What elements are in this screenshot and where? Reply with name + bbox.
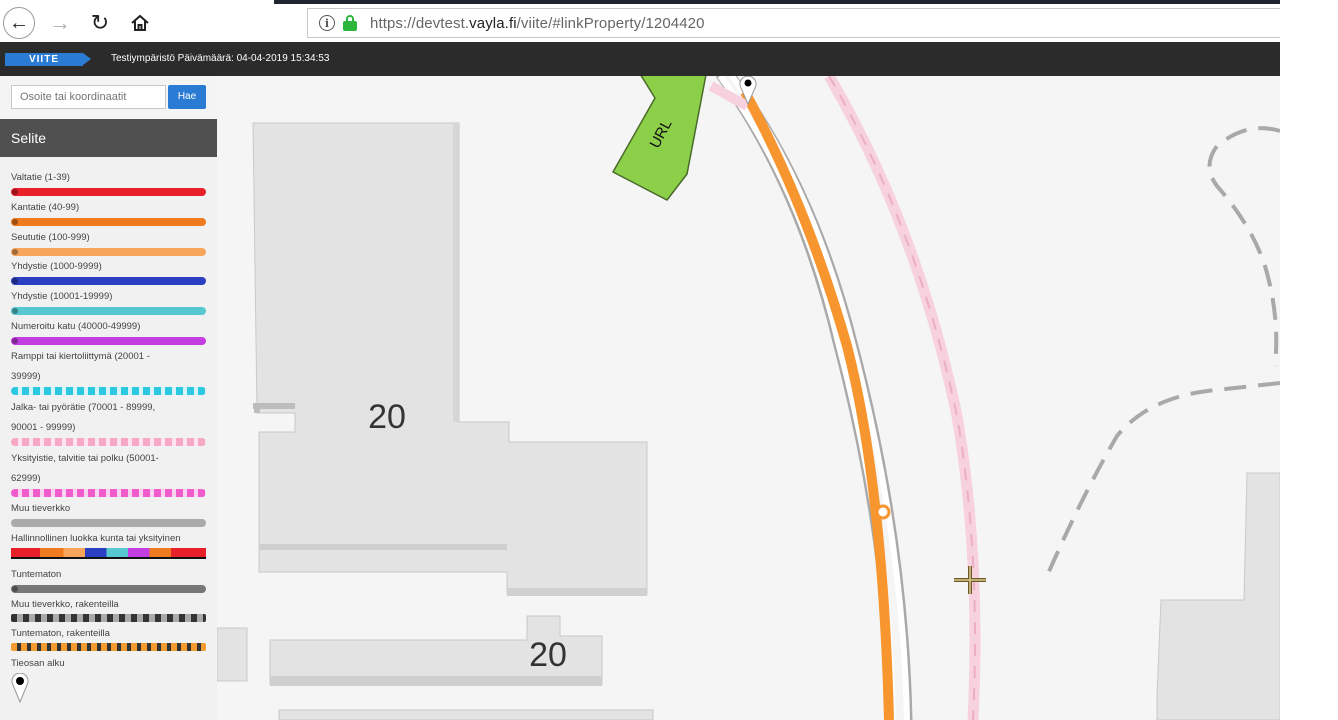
- building: [1156, 472, 1280, 720]
- back-arrow-icon[interactable]: ←: [3, 7, 35, 39]
- legend-label-muu-tieverkko: Muu tieverkko: [11, 503, 71, 514]
- legend-swatch-muu-tieverkko-rakenteilla: [11, 614, 206, 622]
- legend-label-hallinnollinen: Hallinnollinen luokka kunta tai yksityin…: [11, 533, 181, 544]
- legend-swatch-valtatie: [11, 188, 206, 196]
- building: [252, 122, 648, 595]
- legend: Valtatie (1-39) Kantatie (40-99) Seututi…: [0, 157, 217, 720]
- home-icon[interactable]: [124, 7, 156, 39]
- legend-label-valtatie: Valtatie (1-39): [11, 172, 70, 183]
- map-canvas[interactable]: 20 20 URL: [217, 76, 1280, 720]
- legend-swatch-kantatie: [11, 218, 206, 226]
- legend-label-numeroitu-katu: Numeroitu katu (40000-49999): [11, 321, 141, 332]
- app-header: VIITE Testiympäristö Päivämäärä: 04-04-2…: [0, 42, 1280, 76]
- legend-label-ramppi-line1: Ramppi tai kiertoliittymä (20001 -: [11, 351, 150, 362]
- legend-swatch-hallinnollinen: [11, 548, 206, 559]
- page-margin: [1280, 0, 1338, 720]
- legend-label-jalkatie-line2: 90001 - 99999): [11, 422, 76, 433]
- search-area: Hae: [0, 76, 217, 119]
- legend-swatch-yhdystie: [11, 277, 206, 285]
- search-input[interactable]: [11, 85, 166, 109]
- legend-label-yhdystie-2: Yhdystie (10001-19999): [11, 291, 113, 302]
- legend-swatch-tuntematon: [11, 585, 206, 593]
- legend-label-tuntematon: Tuntematon: [11, 569, 62, 580]
- crosshair-cursor-icon: [954, 566, 986, 594]
- environment-info: Testiympäristö Päivämäärä: 04-04-2019 15…: [111, 53, 330, 64]
- map-view[interactable]: 20 20 URL: [217, 76, 1280, 720]
- url-text[interactable]: https://devtest.vayla.fi/viite/#linkProp…: [370, 15, 705, 32]
- logo-text: VIITE: [5, 53, 83, 66]
- legend-label-yhdystie: Yhdystie (1000-9999): [11, 261, 102, 272]
- legend-swatch-numeroitu-katu: [11, 337, 206, 345]
- legend-swatch-yhdystie-2: [11, 307, 206, 315]
- viite-logo[interactable]: VIITE: [5, 53, 91, 66]
- map-pin-icon: [11, 673, 29, 703]
- browser-tab-strip: [274, 0, 1280, 4]
- legend-swatch-tuntematon-rakenteilla: [11, 643, 206, 651]
- legend-title: Selite: [0, 119, 217, 157]
- legend-label-kantatie: Kantatie (40-99): [11, 202, 80, 213]
- legend-swatch-ramppi: [11, 387, 206, 395]
- search-button[interactable]: Hae: [168, 85, 206, 109]
- forward-arrow-icon[interactable]: →: [44, 7, 76, 39]
- lock-icon: [343, 15, 357, 31]
- address-bar[interactable]: i https://devtest.vayla.fi/viite/#linkPr…: [307, 8, 1280, 38]
- building-number: 20: [368, 398, 406, 436]
- legend-label-jalkatie-line1: Jalka- tai pyörätie (70001 - 89999,: [11, 402, 156, 413]
- legend-label-tuntematon-rakenteilla: Tuntematon, rakenteilla: [11, 628, 110, 639]
- building-number: 20: [529, 636, 567, 674]
- url-annotation-arrow: URL: [611, 76, 707, 201]
- sidebar: Hae Selite Valtatie (1-39) Kantatie (40-…: [0, 76, 217, 720]
- legend-label-ramppi-line2: 39999): [11, 371, 41, 382]
- legend-swatch-jalkatie: [11, 438, 206, 446]
- road-node[interactable]: [875, 504, 891, 520]
- browser-toolbar: ← → ↻ i https://devtest.vayla.fi/viite/#…: [0, 0, 1280, 44]
- legend-label-yksityistie-line2: 62999): [11, 473, 41, 484]
- legend-label-muu-tieverkko-rakenteilla: Muu tieverkko, rakenteilla: [11, 599, 119, 610]
- legend-label-yksityistie-line1: Yksityistie, talvitie tai polku (50001-: [11, 453, 159, 464]
- legend-swatch-yksityistie: [11, 489, 206, 497]
- legend-label-seututie: Seututie (100-999): [11, 232, 90, 243]
- info-icon[interactable]: i: [319, 15, 335, 31]
- legend-swatch-seututie: [11, 248, 206, 256]
- legend-swatch-muu-tieverkko: [11, 519, 206, 527]
- reload-icon[interactable]: ↻: [84, 7, 116, 39]
- legend-label-tieosan-alku: Tieosan alku: [11, 658, 65, 669]
